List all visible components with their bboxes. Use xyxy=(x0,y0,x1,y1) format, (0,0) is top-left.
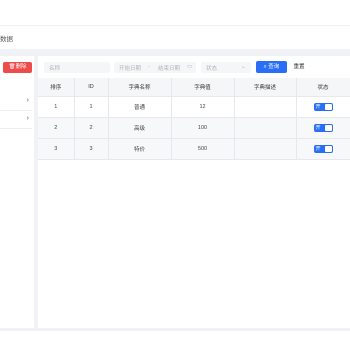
cell-name: 普通 xyxy=(108,96,172,118)
status-toggle[interactable]: 开 xyxy=(313,124,333,132)
cell-value: 500 xyxy=(171,138,235,160)
calendar-icon: ▭ xyxy=(187,64,193,70)
cell-id: 2 xyxy=(74,117,109,139)
chevron-down-icon: ⌄ xyxy=(241,64,246,70)
cell-sort: 3 xyxy=(38,138,75,160)
table-row[interactable]: 2 2 高级 100 开 xyxy=(38,117,350,139)
column-header-name[interactable]: 字典名称 xyxy=(108,78,172,97)
left-list-item[interactable]: › xyxy=(0,112,32,129)
end-date-field[interactable]: 结束日期 xyxy=(158,64,180,72)
chevron-right-icon[interactable]: › xyxy=(27,97,29,104)
cell-id: 1 xyxy=(74,96,109,118)
cell-desc xyxy=(234,117,297,139)
date-separator: - xyxy=(148,64,150,70)
column-header-sort[interactable]: 排序 xyxy=(38,78,75,97)
dictionary-table: 排序 ID 字典名称 字典值 字典描述 状态 1 1 普通 12 开 2 2 高… xyxy=(38,78,350,160)
left-list-item[interactable]: › xyxy=(0,94,32,111)
cell-sort: 1 xyxy=(38,96,75,118)
column-header-desc[interactable]: 字典描述 xyxy=(234,78,297,97)
cell-status: 开 xyxy=(296,96,350,118)
status-toggle[interactable]: 开 xyxy=(313,145,333,153)
table-row[interactable]: 1 1 普通 12 开 xyxy=(38,96,350,118)
tab-data[interactable]: 数据 xyxy=(0,33,13,43)
cell-name: 高级 xyxy=(108,117,172,139)
top-bar xyxy=(0,0,350,24)
cell-status: 开 xyxy=(296,138,350,160)
tab-bar: 数据 xyxy=(0,25,350,50)
cell-value: 12 xyxy=(171,96,235,118)
delete-button[interactable]: 🗑删除 xyxy=(3,62,32,73)
cell-name: 特价 xyxy=(108,138,172,160)
query-button[interactable]: ⌕ 查询 xyxy=(256,61,287,73)
column-header-id[interactable]: ID xyxy=(74,78,109,97)
cell-status: 开 xyxy=(296,117,350,139)
date-range-picker[interactable]: 开始日期 - 结束日期 ▭ xyxy=(114,62,196,73)
status-toggle[interactable]: 开 xyxy=(313,103,333,111)
cell-sort: 2 xyxy=(38,117,75,139)
search-icon: ⌕ xyxy=(263,64,267,70)
column-header-value[interactable]: 字典值 xyxy=(171,78,235,97)
table-header-row: 排序 ID 字典名称 字典值 字典描述 状态 xyxy=(38,78,350,97)
start-date-field[interactable]: 开始日期 xyxy=(119,64,141,72)
column-header-status[interactable]: 状态 xyxy=(296,78,350,97)
toggle-knob xyxy=(324,125,332,131)
status-select[interactable]: 状态 ⌄ xyxy=(201,62,251,73)
name-input[interactable]: 名称 xyxy=(44,62,110,73)
cell-desc xyxy=(234,96,297,118)
cell-value: 100 xyxy=(171,117,235,139)
chevron-right-icon[interactable]: › xyxy=(27,115,29,122)
cell-desc xyxy=(234,138,297,160)
toggle-knob xyxy=(324,146,332,152)
cell-id: 3 xyxy=(74,138,109,160)
reset-button[interactable]: 重置 xyxy=(290,61,308,73)
table-row[interactable]: 3 3 特价 500 开 xyxy=(38,138,350,160)
toggle-knob xyxy=(324,104,332,110)
